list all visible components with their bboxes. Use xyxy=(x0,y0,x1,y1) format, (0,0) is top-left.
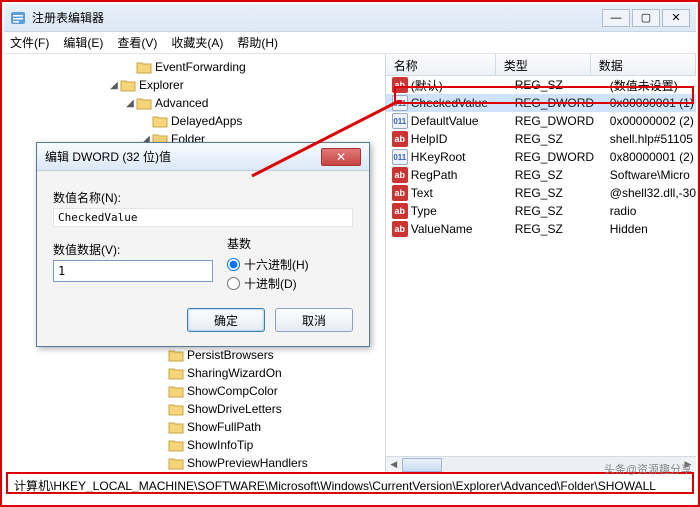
value-row[interactable]: abHelpIDREG_SZshell.hlp#51105 xyxy=(386,130,696,148)
scroll-left-icon[interactable]: ◀ xyxy=(386,459,402,470)
menu-help[interactable]: 帮助(H) xyxy=(237,34,278,51)
tree-item[interactable]: DelayedApps xyxy=(4,112,385,130)
tree-item[interactable]: EventForwarding xyxy=(4,58,385,76)
status-bar: 计算机\HKEY_LOCAL_MACHINE\SOFTWARE\Microsof… xyxy=(6,472,694,494)
value-name-label: 数值名称(N): xyxy=(53,189,353,206)
tree-item[interactable]: ◢Advanced xyxy=(4,94,385,112)
string-icon: ab xyxy=(392,221,408,237)
tree-item[interactable]: PersistBrowsers xyxy=(4,346,385,364)
list-header: 名称 类型 数据 xyxy=(386,54,696,76)
edit-dword-dialog: 编辑 DWORD (32 位)值 ✕ 数值名称(N): CheckedValue… xyxy=(36,142,370,347)
close-button[interactable]: ✕ xyxy=(662,9,690,27)
value-data-label: 数值数据(V): xyxy=(53,241,213,258)
radix-label: 基数 xyxy=(227,235,309,252)
maximize-button[interactable]: ▢ xyxy=(632,9,660,27)
value-row[interactable]: abValueNameREG_SZHidden xyxy=(386,220,696,238)
value-row[interactable]: ab(默认)REG_SZ(数值未设置) xyxy=(386,76,696,94)
menu-file[interactable]: 文件(F) xyxy=(10,34,49,51)
minimize-button[interactable]: — xyxy=(602,9,630,27)
dialog-close-button[interactable]: ✕ xyxy=(321,148,361,166)
folder-icon xyxy=(168,384,184,398)
radix-hex-radio[interactable]: 十六进制(H) xyxy=(227,256,309,273)
window-title: 注册表编辑器 xyxy=(32,9,104,26)
folder-icon xyxy=(168,438,184,452)
folder-icon xyxy=(168,366,184,380)
values-pane[interactable]: 名称 类型 数据 ab(默认)REG_SZ(数值未设置)011CheckedVa… xyxy=(386,54,696,472)
folder-icon xyxy=(152,114,168,128)
scroll-thumb[interactable] xyxy=(402,458,442,472)
menu-bar: 文件(F) 编辑(E) 查看(V) 收藏夹(A) 帮助(H) xyxy=(4,32,696,54)
folder-icon xyxy=(168,456,184,470)
value-row[interactable]: abTypeREG_SZradio xyxy=(386,202,696,220)
folder-icon xyxy=(136,96,152,110)
tree-item[interactable]: SharingWizardOn xyxy=(4,364,385,382)
tree-item[interactable]: ShowInfoTip xyxy=(4,436,385,454)
value-row[interactable]: 011HKeyRootREG_DWORD0x80000001 (2) xyxy=(386,148,696,166)
string-icon: ab xyxy=(392,185,408,201)
col-name[interactable]: 名称 xyxy=(386,54,496,75)
menu-edit[interactable]: 编辑(E) xyxy=(63,34,103,51)
tree-item[interactable]: ShowDriveLetters xyxy=(4,400,385,418)
folder-icon xyxy=(168,402,184,416)
menu-view[interactable]: 查看(V) xyxy=(117,34,157,51)
menu-favorites[interactable]: 收藏夹(A) xyxy=(171,34,223,51)
dword-icon: 011 xyxy=(392,149,408,165)
value-row[interactable]: 011DefaultValueREG_DWORD0x00000002 (2) xyxy=(386,112,696,130)
tree-item[interactable]: ◢Explorer xyxy=(4,76,385,94)
value-row[interactable]: abRegPathREG_SZSoftware\Micro xyxy=(386,166,696,184)
radix-dec-radio[interactable]: 十进制(D) xyxy=(227,275,309,292)
ok-button[interactable]: 确定 xyxy=(187,308,265,332)
folder-icon xyxy=(168,348,184,362)
value-name-field: CheckedValue xyxy=(53,208,353,227)
col-data[interactable]: 数据 xyxy=(591,54,696,75)
value-row[interactable]: 011CheckedValueREG_DWORD0x00000001 (1) xyxy=(386,94,696,112)
cancel-button[interactable]: 取消 xyxy=(275,308,353,332)
tree-item[interactable]: ShowPreviewHandlers xyxy=(4,454,385,472)
dword-icon: 011 xyxy=(392,113,408,129)
title-bar: 注册表编辑器 — ▢ ✕ xyxy=(4,4,696,32)
dword-icon: 011 xyxy=(392,95,408,111)
watermark: 头条@资源趣分享 xyxy=(604,461,692,477)
dialog-title: 编辑 DWORD (32 位)值 xyxy=(45,148,171,165)
value-data-input[interactable] xyxy=(53,260,213,282)
string-icon: ab xyxy=(392,167,408,183)
string-icon: ab xyxy=(392,131,408,147)
regedit-icon xyxy=(10,10,26,26)
string-icon: ab xyxy=(392,77,408,93)
tree-item[interactable]: ShowFullPath xyxy=(4,418,385,436)
value-row[interactable]: abTextREG_SZ@shell32.dll,-30 xyxy=(386,184,696,202)
col-type[interactable]: 类型 xyxy=(496,54,591,75)
folder-icon xyxy=(168,420,184,434)
tree-item[interactable]: ShowCompColor xyxy=(4,382,385,400)
folder-icon xyxy=(136,60,152,74)
string-icon: ab xyxy=(392,203,408,219)
folder-icon xyxy=(120,78,136,92)
